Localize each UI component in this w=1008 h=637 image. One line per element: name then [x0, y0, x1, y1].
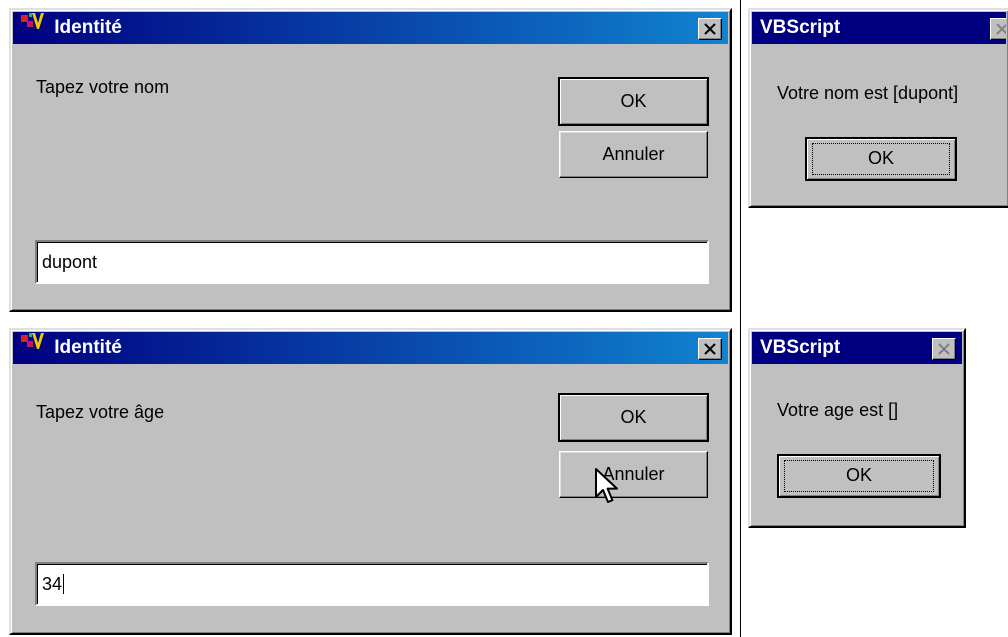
message-text: Votre nom est [dupont]	[777, 83, 959, 103]
cancel-button[interactable]: Annuler	[559, 451, 708, 498]
close-icon	[704, 23, 716, 35]
text-caret	[63, 574, 65, 594]
input-value: 34	[42, 573, 63, 594]
title-bar[interactable]: VBScript	[752, 12, 1006, 44]
vbscript-age-msgbox: VBScript Votre age est [] OK	[748, 328, 966, 528]
input-value: dupont	[42, 251, 98, 272]
panel-divider	[740, 0, 741, 637]
ok-button-label: OK	[620, 407, 647, 427]
title-bar[interactable]: Identité	[13, 332, 728, 364]
title-bar[interactable]: Identité	[13, 12, 728, 44]
window-title: Identité	[54, 17, 122, 38]
name-input[interactable]: dupont	[35, 240, 709, 284]
ok-button[interactable]: OK	[558, 77, 709, 126]
close-icon	[938, 343, 950, 355]
close-button[interactable]	[698, 18, 722, 40]
identite-age-dialog: Identité Tapez votre âge OK Annuler 34	[9, 328, 732, 635]
identite-name-dialog: Identité Tapez votre nom OK Annuler dupo…	[9, 8, 732, 312]
prompt-text: Tapez votre nom	[36, 77, 170, 97]
ok-button[interactable]: OK	[805, 137, 957, 181]
close-icon	[704, 343, 716, 355]
vbscript-name-msgbox: VBScript Votre nom est [dupont] OK	[748, 8, 1008, 208]
vbscript-app-icon	[21, 332, 45, 362]
close-button[interactable]	[990, 18, 1006, 40]
cancel-button-label: Annuler	[602, 144, 665, 164]
prompt-text: Tapez votre âge	[36, 402, 165, 422]
age-input[interactable]: 34	[35, 562, 709, 606]
ok-button[interactable]: OK	[777, 454, 941, 498]
cancel-button[interactable]: Annuler	[559, 131, 708, 178]
window-title: Identité	[54, 337, 122, 358]
close-button[interactable]	[698, 338, 722, 360]
window-title: VBScript	[760, 17, 841, 38]
close-icon	[996, 23, 1006, 35]
close-button[interactable]	[932, 338, 956, 360]
window-title: VBScript	[760, 337, 841, 358]
ok-button-label: OK	[784, 460, 934, 492]
mouse-pointer-icon	[595, 468, 618, 503]
ok-button-label: OK	[620, 91, 647, 111]
ok-button-label: OK	[812, 143, 950, 175]
vbscript-app-icon	[21, 12, 45, 42]
title-bar[interactable]: VBScript	[752, 332, 962, 364]
ok-button[interactable]: OK	[558, 393, 709, 442]
message-text: Votre age est []	[777, 400, 899, 420]
